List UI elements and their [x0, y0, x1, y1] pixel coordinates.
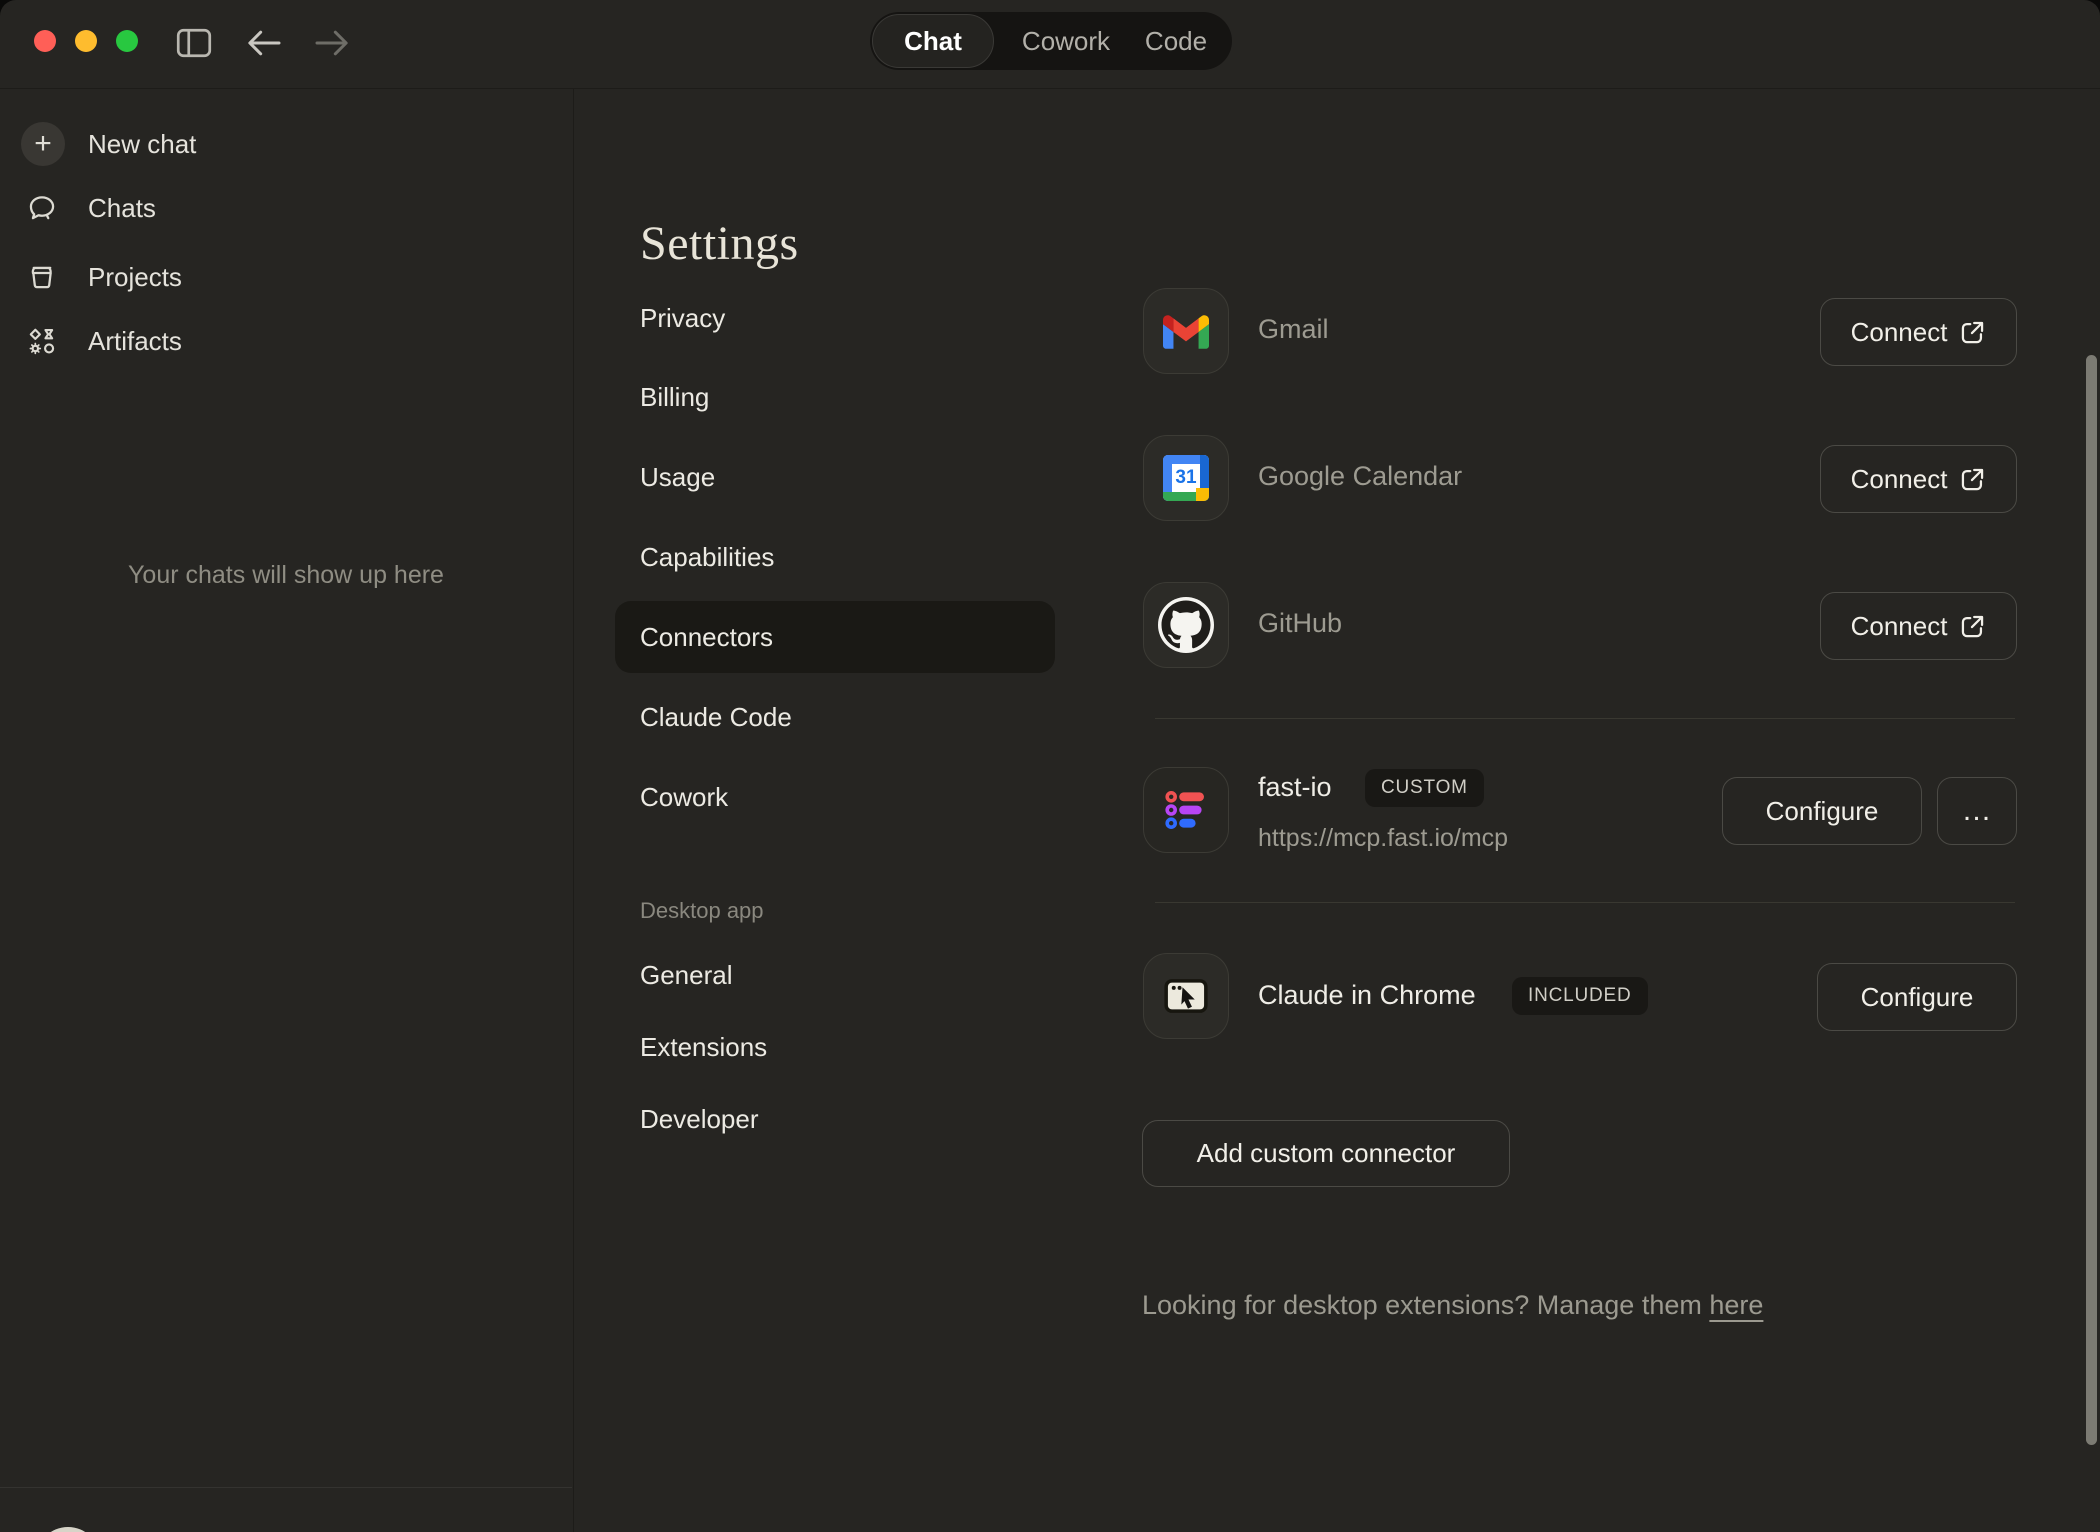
back-icon[interactable] [244, 26, 284, 60]
tab-chat-label: Chat [904, 26, 962, 57]
sidebar-item-new-chat[interactable]: + New chat [0, 118, 573, 170]
connector-tile: 31 [1143, 435, 1229, 521]
more-options-button[interactable]: … [1937, 777, 2017, 845]
forward-icon[interactable] [312, 26, 352, 60]
fast-io-icon [1162, 786, 1210, 834]
tab-cowork[interactable]: Cowork [1008, 12, 1124, 70]
sidebar-item-label: Chats [88, 193, 156, 224]
included-badge: INCLUDED [1512, 977, 1648, 1015]
add-custom-connector-button[interactable]: Add custom connector [1142, 1120, 1510, 1187]
sidebar-item-projects[interactable]: Projects [0, 251, 573, 303]
mode-switcher: Chat Cowork Code [870, 12, 1232, 70]
artifacts-icon [26, 325, 58, 357]
tab-code[interactable]: Code [1128, 12, 1224, 70]
sidebar-toggle-icon[interactable] [176, 28, 212, 58]
more-icon: … [1962, 794, 1993, 828]
settings-nav-general[interactable]: General [640, 957, 733, 993]
settings-nav-cowork[interactable]: Cowork [640, 779, 728, 815]
zoom-button[interactable] [116, 30, 138, 52]
settings-nav-connectors[interactable]: Connectors [640, 619, 773, 655]
divider [1155, 718, 2015, 719]
avatar: D [36, 1527, 100, 1532]
configure-claude-in-chrome-button[interactable]: Configure [1817, 963, 2017, 1031]
titlebar: Chat Cowork Code [0, 0, 2100, 89]
connector-name: Claude in Chrome [1258, 980, 1476, 1011]
settings-nav-capabilities[interactable]: Capabilities [640, 539, 774, 575]
connect-github-button[interactable]: Connect [1820, 592, 2017, 660]
connector-name: Gmail [1258, 314, 1329, 345]
connector-name: fast-io [1258, 772, 1332, 803]
sidebar-item-label: Projects [88, 262, 182, 293]
sidebar-item-label: New chat [88, 129, 196, 160]
google-calendar-icon: 31 [1163, 455, 1209, 501]
tab-chat[interactable]: Chat [872, 14, 994, 68]
manage-extensions-link[interactable]: here [1709, 1290, 1763, 1320]
gmail-icon [1163, 314, 1209, 349]
projects-icon [26, 261, 58, 293]
claude-in-chrome-icon [1158, 968, 1214, 1024]
connect-google-calendar-button[interactable]: Connect [1820, 445, 2017, 513]
connector-name: Google Calendar [1258, 461, 1462, 492]
chats-empty-state: Your chats will show up here [0, 561, 572, 590]
connector-tile [1143, 582, 1229, 668]
close-button[interactable] [34, 30, 56, 52]
sidebar: + New chat Chats Projects [0, 89, 574, 1532]
connector-tile [1143, 953, 1229, 1039]
github-icon [1158, 597, 1214, 653]
user-name: Dave [128, 1526, 190, 1532]
settings-nav-usage[interactable]: Usage [640, 459, 715, 495]
app-window: Chat Cowork Code + New chat Chats [0, 0, 2100, 1532]
plus-icon: + [21, 122, 65, 166]
settings-nav-section-desktop-app: Desktop app [640, 898, 764, 924]
connector-tile [1143, 767, 1229, 853]
divider [1155, 902, 2015, 903]
external-link-icon [1959, 466, 1986, 493]
settings-nav-billing[interactable]: Billing [640, 379, 709, 415]
tab-cowork-label: Cowork [1022, 26, 1110, 57]
user-menu[interactable]: D Dave Pro plan [0, 1487, 572, 1532]
sidebar-item-label: Artifacts [88, 326, 182, 357]
sidebar-item-chats[interactable]: Chats [0, 182, 573, 234]
configure-fast-io-button[interactable]: Configure [1722, 777, 1922, 845]
connector-tile [1143, 288, 1229, 374]
external-link-icon [1959, 613, 1986, 640]
connector-name: GitHub [1258, 608, 1342, 639]
connector-url: https://mcp.fast.io/mcp [1258, 824, 1508, 853]
external-link-icon [1959, 319, 1986, 346]
page-title: Settings [640, 216, 799, 271]
desktop-extensions-note: Looking for desktop extensions? Manage t… [1142, 1290, 1763, 1321]
connect-gmail-button[interactable]: Connect [1820, 298, 2017, 366]
custom-badge: CUSTOM [1365, 769, 1484, 807]
scrollbar-thumb[interactable] [2086, 355, 2097, 1445]
settings-nav-privacy[interactable]: Privacy [640, 300, 725, 336]
settings-nav-claude-code[interactable]: Claude Code [640, 699, 792, 735]
tab-code-label: Code [1145, 26, 1207, 57]
sidebar-item-artifacts[interactable]: Artifacts [0, 315, 573, 367]
settings-nav-extensions[interactable]: Extensions [640, 1029, 767, 1065]
settings-nav-developer[interactable]: Developer [640, 1101, 759, 1137]
minimize-button[interactable] [75, 30, 97, 52]
chats-icon [26, 192, 58, 224]
